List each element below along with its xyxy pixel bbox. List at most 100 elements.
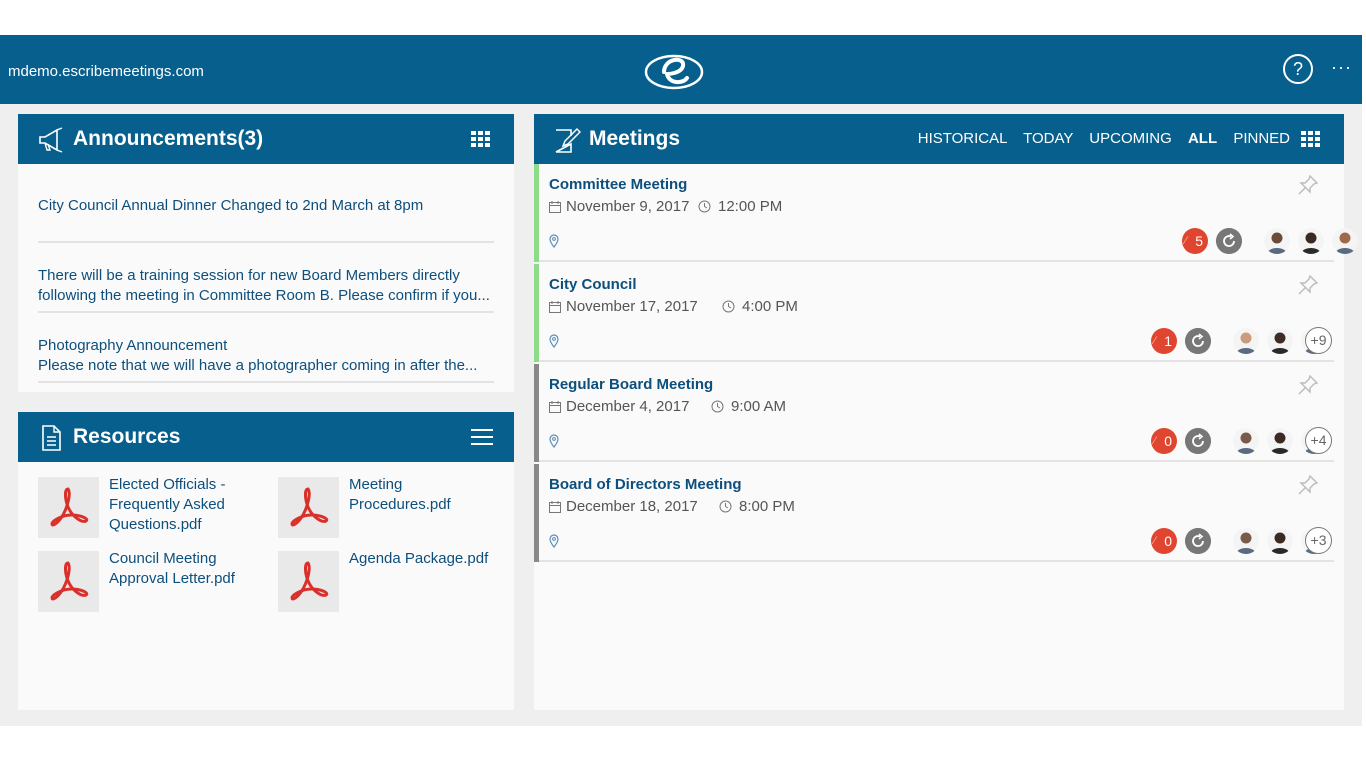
pdf-icon: [50, 487, 89, 527]
pin-icon[interactable]: [1297, 274, 1319, 296]
attachment-count-badge[interactable]: ∕ 0: [1151, 428, 1177, 454]
meeting-status-bar: [534, 264, 539, 362]
refresh-icon[interactable]: [1185, 328, 1211, 354]
meeting-status-bar: [534, 364, 539, 462]
pin-icon[interactable]: [1297, 474, 1319, 496]
meeting-date: December 4, 2017: [566, 398, 690, 415]
resources-header: Resources: [18, 412, 514, 462]
meeting-date: December 18, 2017: [566, 498, 698, 515]
pin-icon[interactable]: [1297, 374, 1319, 396]
calendar-icon: [549, 401, 561, 413]
attachment-count: 1: [1164, 333, 1172, 349]
meeting-time: 4:00 PM: [742, 298, 798, 315]
tab-pinned[interactable]: PINNED: [1233, 130, 1290, 147]
more-attendees-badge[interactable]: +3: [1305, 527, 1332, 554]
resource-name: Meeting Procedures.pdf: [349, 476, 451, 513]
pdf-thumbnail: [38, 477, 99, 538]
meeting-time: 9:00 AM: [731, 398, 787, 415]
meeting-card[interactable]: Regular Board Meeting December 4, 2017 9…: [534, 364, 1334, 462]
meeting-card[interactable]: City Council November 17, 2017 4:00 PM ∕…: [534, 264, 1334, 362]
more-options-button[interactable]: ···: [1331, 57, 1352, 78]
pdf-icon: [50, 561, 89, 601]
grid-view-icon[interactable]: [1301, 131, 1321, 147]
location-icon: [549, 234, 559, 248]
list-view-icon[interactable]: [471, 429, 493, 445]
attachment-count: 0: [1164, 433, 1172, 449]
pdf-icon: [290, 561, 329, 601]
announcements-title: Announcements(3): [73, 127, 264, 150]
resource-item[interactable]: Meeting Procedures.pdf: [278, 476, 498, 541]
clock-icon: [711, 400, 724, 413]
megaphone-icon: [39, 127, 63, 153]
announcement-item[interactable]: Photography Announcement Please note tha…: [38, 336, 494, 383]
clock-icon: [698, 200, 711, 213]
attendee-avatar[interactable]: [1332, 228, 1358, 254]
meetings-title: Meetings: [589, 127, 681, 150]
location-icon: [549, 534, 559, 548]
resource-name: Agenda Package.pdf: [349, 550, 489, 567]
attachment-count-badge[interactable]: ∕ 1: [1151, 328, 1177, 354]
refresh-icon[interactable]: [1185, 528, 1211, 554]
attendee-avatar[interactable]: [1267, 428, 1293, 454]
attachment-count-badge[interactable]: ∕ 5: [1182, 228, 1208, 254]
meeting-status-bar: [534, 164, 539, 262]
announcement-item[interactable]: City Council Annual Dinner Changed to 2n…: [38, 196, 494, 243]
calendar-icon: [549, 301, 561, 313]
attendee-avatar[interactable]: [1233, 328, 1259, 354]
top-bar: mdemo.escribemeetings.com ? ···: [0, 35, 1362, 104]
resource-item[interactable]: Agenda Package.pdf: [278, 550, 498, 615]
pdf-icon: [290, 487, 329, 527]
help-button[interactable]: ?: [1283, 54, 1313, 84]
meeting-date: November 9, 2017: [566, 198, 690, 215]
attendee-avatar[interactable]: [1233, 528, 1259, 554]
tab-all[interactable]: ALL: [1188, 130, 1217, 147]
announcement-line: There will be a training session for new…: [38, 267, 460, 284]
attachment-count-badge[interactable]: ∕ 0: [1151, 528, 1177, 554]
more-attendees-badge[interactable]: +4: [1305, 427, 1332, 454]
meeting-tabs: HISTORICAL TODAY UPCOMING ALL PINNED: [906, 130, 1290, 147]
resource-item[interactable]: Council Meeting Approval Letter.pdf: [38, 550, 258, 615]
attendee-avatar[interactable]: [1233, 428, 1259, 454]
refresh-icon[interactable]: [1216, 228, 1242, 254]
announcement-line: following the meeting in Committee Room …: [38, 287, 490, 304]
resources-panel: Resources Elected Officials - Frequently…: [18, 412, 514, 710]
tab-upcoming[interactable]: UPCOMING: [1089, 130, 1172, 147]
site-host: mdemo.escribemeetings.com: [8, 63, 204, 80]
more-attendees-badge[interactable]: +9: [1305, 327, 1332, 354]
meeting-title[interactable]: Committee Meeting: [549, 176, 687, 193]
resource-item[interactable]: Elected Officials - Frequently Asked Que…: [38, 476, 258, 541]
pdf-thumbnail: [278, 477, 339, 538]
meeting-title[interactable]: Regular Board Meeting: [549, 376, 713, 393]
meeting-time: 12:00 PM: [718, 198, 783, 215]
meeting-title[interactable]: Board of Directors Meeting: [549, 476, 742, 493]
meeting-title[interactable]: City Council: [549, 276, 637, 293]
attendee-avatar[interactable]: [1267, 328, 1293, 354]
resource-name: Council Meeting Approval Letter.pdf: [109, 550, 235, 587]
document-icon: [42, 425, 61, 451]
meetings-header: Meetings HISTORICAL TODAY UPCOMING ALL P…: [534, 114, 1344, 164]
announcements-panel: Announcements(3) City Council Annual Din…: [18, 114, 514, 392]
pin-icon[interactable]: [1297, 174, 1319, 196]
calendar-icon: [549, 501, 561, 513]
location-icon: [549, 434, 559, 448]
attendee-avatar[interactable]: [1298, 228, 1324, 254]
announcement-line: City Council Annual Dinner Changed to 2n…: [38, 197, 424, 214]
meeting-date: November 17, 2017: [566, 298, 698, 315]
clock-icon: [719, 500, 732, 513]
location-icon: [549, 334, 559, 348]
resource-name: Elected Officials - Frequently Asked Que…: [109, 476, 226, 533]
meeting-status-bar: [534, 464, 539, 562]
tab-historical[interactable]: HISTORICAL: [918, 130, 1007, 147]
attendee-avatar[interactable]: [1267, 528, 1293, 554]
tab-today[interactable]: TODAY: [1023, 130, 1073, 147]
refresh-icon[interactable]: [1185, 428, 1211, 454]
meetings-panel: Meetings HISTORICAL TODAY UPCOMING ALL P…: [534, 114, 1358, 710]
edit-document-icon: [555, 127, 581, 153]
meeting-card[interactable]: Committee Meeting November 9, 2017 12:00…: [534, 164, 1358, 262]
attendee-avatar[interactable]: [1264, 228, 1290, 254]
announcement-line: Please note that we will have a photogra…: [38, 357, 478, 374]
grid-view-icon[interactable]: [471, 131, 491, 147]
announcement-item[interactable]: There will be a training session for new…: [38, 266, 494, 313]
meeting-card[interactable]: Board of Directors Meeting December 18, …: [534, 464, 1334, 562]
attachment-count: 5: [1195, 233, 1203, 249]
